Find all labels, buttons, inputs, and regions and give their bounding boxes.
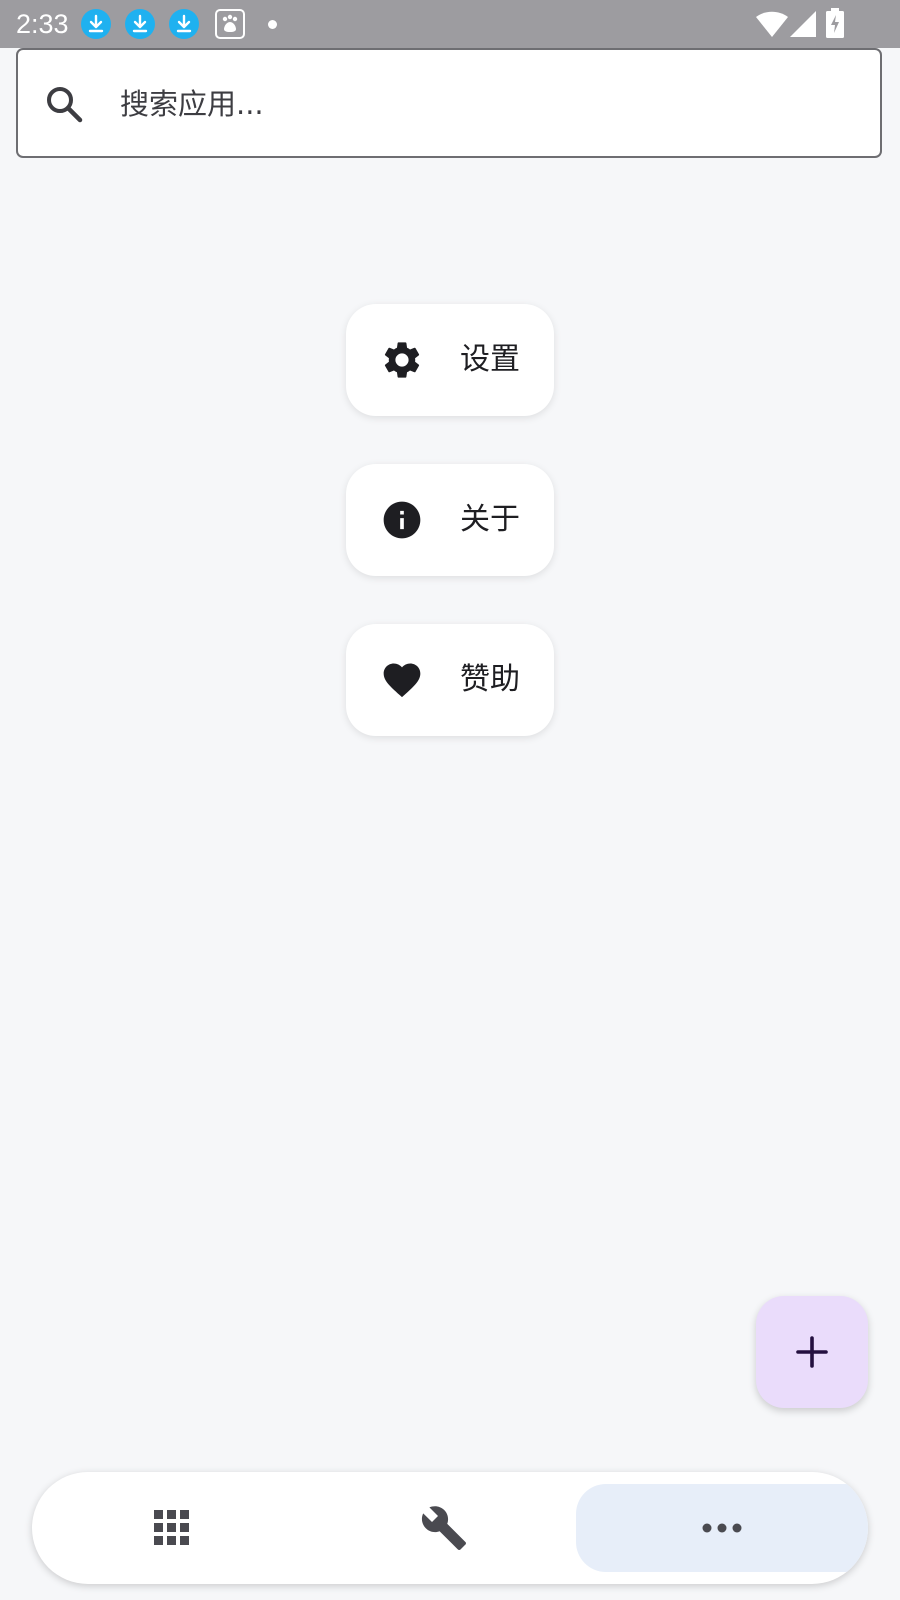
add-button[interactable] xyxy=(756,1296,868,1408)
search-input[interactable] xyxy=(118,78,842,130)
nav-item-apps[interactable] xyxy=(32,1472,307,1584)
menu-item-about[interactable]: 关于 xyxy=(346,464,554,576)
plus-icon xyxy=(796,1336,828,1368)
heart-icon xyxy=(380,658,424,702)
search-icon xyxy=(44,84,84,124)
download-icon xyxy=(125,9,155,39)
apps-grid-icon xyxy=(154,1510,189,1545)
info-icon xyxy=(380,498,424,542)
nav-item-more[interactable] xyxy=(576,1484,868,1572)
download-icon xyxy=(169,9,199,39)
wifi-icon xyxy=(756,11,788,37)
bottom-nav xyxy=(32,1472,868,1584)
nav-item-tools[interactable] xyxy=(307,1472,582,1584)
status-bar: 2:33 xyxy=(0,0,900,48)
menu-item-sponsor[interactable]: 赞助 xyxy=(346,624,554,736)
baidu-icon xyxy=(215,9,245,39)
more-horizontal-icon xyxy=(702,1523,742,1533)
menu-item-label: 设置 xyxy=(460,342,520,377)
gear-icon xyxy=(380,338,424,382)
battery-charging-icon xyxy=(826,8,844,38)
status-time: 2:33 xyxy=(16,9,69,39)
wrench-icon xyxy=(421,1506,466,1550)
menu-item-label: 赞助 xyxy=(460,662,520,697)
search-bar[interactable] xyxy=(16,48,882,158)
dot-icon xyxy=(268,20,277,29)
download-icon xyxy=(81,9,111,39)
menu-item-label: 关于 xyxy=(460,502,520,537)
menu-item-settings[interactable]: 设置 xyxy=(346,304,554,416)
signal-icon xyxy=(790,11,816,37)
